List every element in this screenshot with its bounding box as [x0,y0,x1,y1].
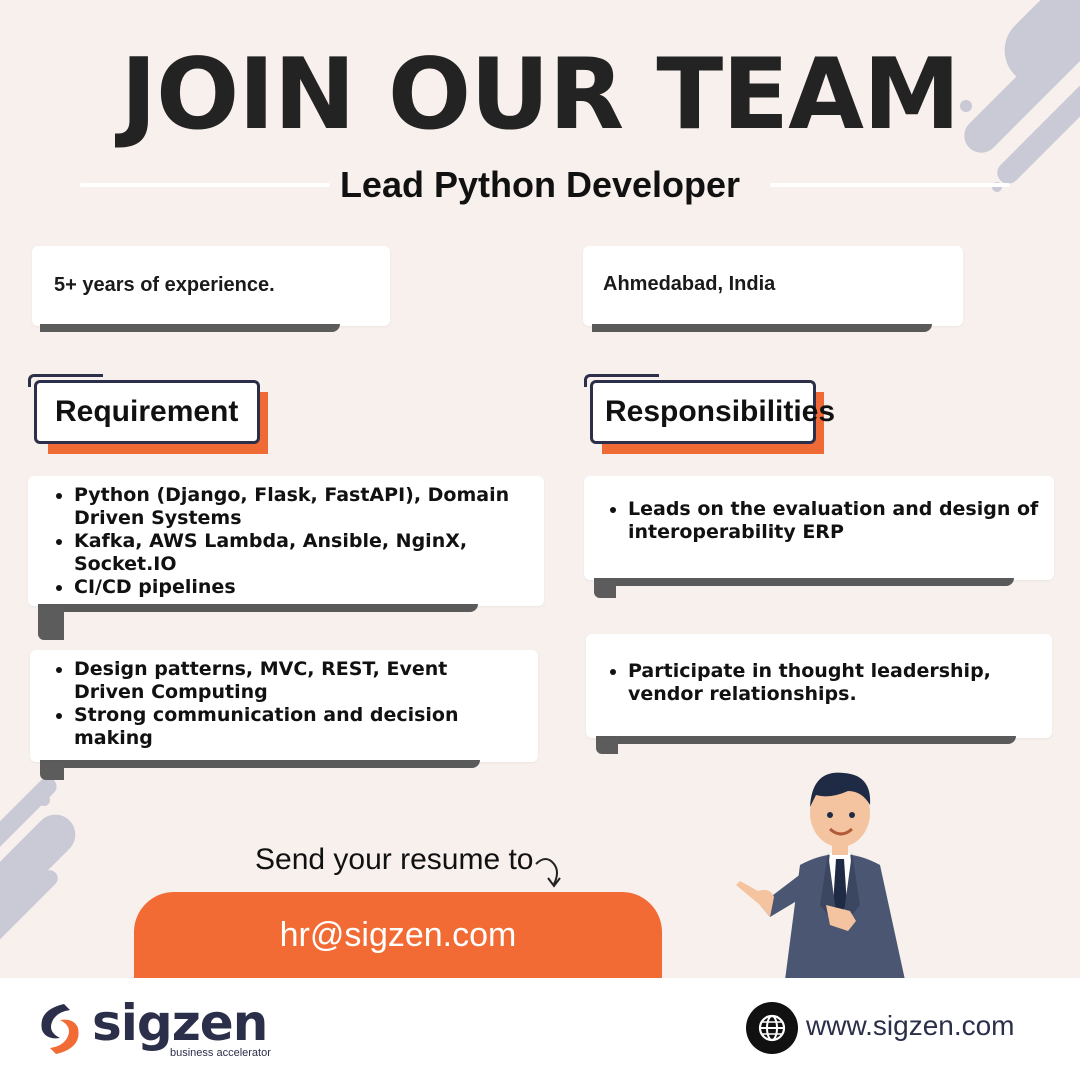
requirements-list-1: Python (Django, Flask, FastAPI), Domain … [52,484,534,599]
requirement-label: Requirement [34,380,260,444]
brand-tagline: business accelerator [170,1047,271,1059]
email-button[interactable]: hr@sigzen.com [134,892,662,978]
list-item: Design patterns, MVC, REST, Event Driven… [74,658,504,704]
list-item: Participate in thought leadership, vendo… [628,660,1058,706]
website-link[interactable]: www.sigzen.com [806,1010,1015,1042]
page-title: JOIN OUR TEAM [120,38,961,152]
location-card: Ahmedabad, India [583,246,963,326]
responsibilities-card-2-curl [596,736,1016,744]
list-item: CI/CD pipelines [74,576,534,599]
job-role: Lead Python Developer [339,164,741,205]
globe-glyph [758,1014,786,1042]
curved-arrow-icon [535,858,561,888]
requirements-card-1-curl [38,604,478,612]
location-text: Ahmedabad, India [603,273,776,295]
email-text: hr@sigzen.com [279,915,517,954]
requirements-card-2-curl [40,760,480,768]
brand-name: sigzen [92,994,268,1052]
list-item: Python (Django, Flask, FastAPI), Domain … [74,484,534,530]
experience-card-curl [40,324,340,332]
responsibilities-label-text: Responsibilities [605,395,836,428]
experience-text: 5+ years of experience. [54,274,275,296]
businessman-illustration [736,772,905,980]
responsibilities-card-1-fold [594,580,616,598]
globe-icon [746,1002,798,1054]
responsibilities-card-1: Leads on the evaluation and design of in… [584,476,1054,580]
requirements-list-2: Design patterns, MVC, REST, Event Driven… [52,658,504,750]
resume-prompt: Send your resume to [255,843,534,876]
requirements-card-1-fold [38,606,64,640]
requirements-card-2: Design patterns, MVC, REST, Event Driven… [30,650,538,762]
responsibilities-list-2: Participate in thought leadership, vendo… [606,660,1058,706]
responsibilities-card-2: Participate in thought leadership, vendo… [586,634,1052,738]
requirement-label-text: Requirement [55,395,239,428]
experience-card: 5+ years of experience. [32,246,390,326]
list-item: Strong communication and decision making [74,704,504,750]
responsibilities-list-1: Leads on the evaluation and design of in… [606,498,1048,544]
sigzen-logo-icon [41,1004,79,1054]
responsibilities-card-1-curl [594,578,1014,586]
location-card-curl [592,324,932,332]
list-item: Leads on the evaluation and design of in… [628,498,1048,544]
requirements-card-2-fold [40,762,64,780]
responsibilities-label: Responsibilities [590,380,835,444]
responsibilities-card-2-fold [596,738,618,754]
requirements-card-1: Python (Django, Flask, FastAPI), Domain … [28,476,544,606]
list-item: Kafka, AWS Lambda, Ansible, NginX, Socke… [74,530,534,576]
